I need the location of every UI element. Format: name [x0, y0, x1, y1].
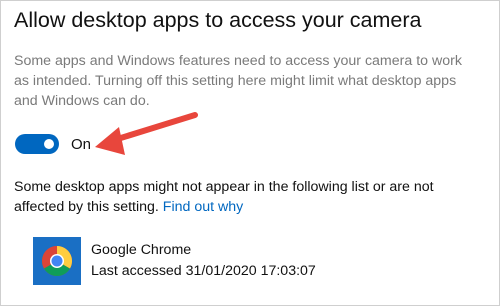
red-arrow-icon: [95, 112, 198, 155]
camera-access-toggle[interactable]: [15, 134, 59, 154]
info-line-text: affected by this setting.: [14, 199, 163, 215]
app-last-accessed: Last accessed 31/01/2020 17:03:07: [91, 263, 316, 279]
app-details: Google Chrome Last accessed 31/01/2020 1…: [91, 240, 316, 282]
apps-info-text: Some desktop apps might not appear in th…: [14, 177, 434, 217]
section-description: Some apps and Windows features need to a…: [14, 51, 492, 111]
app-name: Google Chrome: [91, 242, 192, 258]
app-list-item: Google Chrome Last accessed 31/01/2020 1…: [33, 237, 316, 285]
description-line: as intended. Turning off this setting he…: [14, 73, 457, 89]
description-line: Some apps and Windows features need to a…: [14, 53, 462, 69]
info-line: affected by this setting. Find out why: [14, 197, 434, 217]
section-title: Allow desktop apps to access your camera: [14, 8, 422, 32]
find-out-why-link[interactable]: Find out why: [163, 199, 243, 215]
settings-panel: Allow desktop apps to access your camera…: [0, 0, 500, 306]
description-line: and Windows can do.: [14, 93, 150, 109]
toggle-state-label: On: [71, 136, 92, 153]
info-line: Some desktop apps might not appear in th…: [14, 179, 434, 195]
chrome-icon: [33, 237, 81, 285]
toggle-knob: [44, 139, 54, 149]
